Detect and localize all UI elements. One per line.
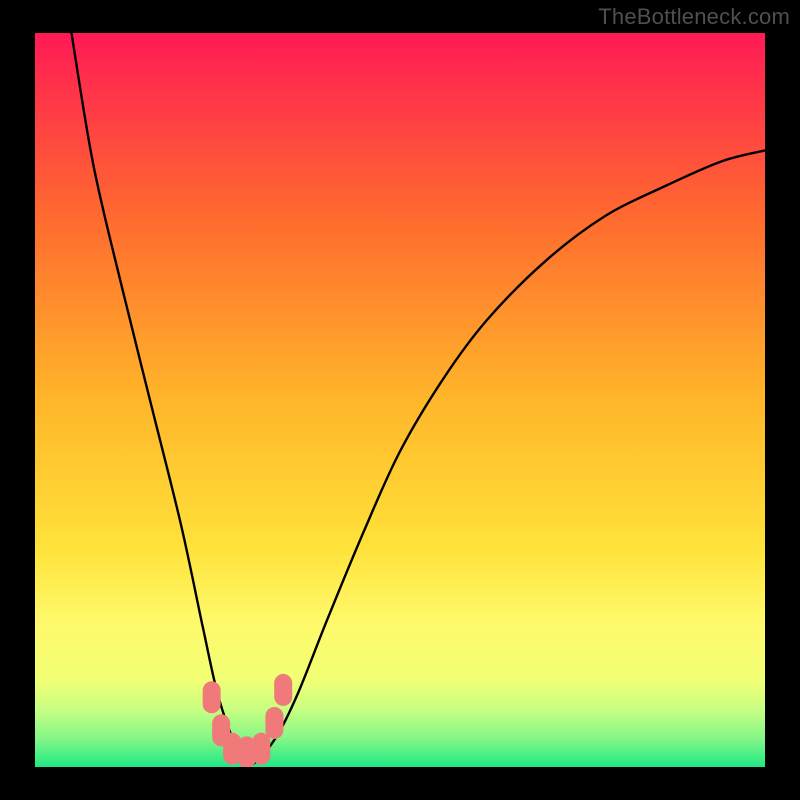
plot-area bbox=[35, 33, 765, 767]
marker-pill bbox=[265, 707, 283, 739]
marker-pill bbox=[252, 733, 270, 765]
bottleneck-curve bbox=[72, 33, 766, 767]
markers-group bbox=[203, 674, 293, 767]
marker-pill bbox=[203, 681, 221, 713]
chart-frame: TheBottleneck.com bbox=[0, 0, 800, 800]
curve-layer bbox=[35, 33, 765, 767]
marker-pill bbox=[274, 674, 292, 706]
watermark-text: TheBottleneck.com bbox=[598, 4, 790, 30]
